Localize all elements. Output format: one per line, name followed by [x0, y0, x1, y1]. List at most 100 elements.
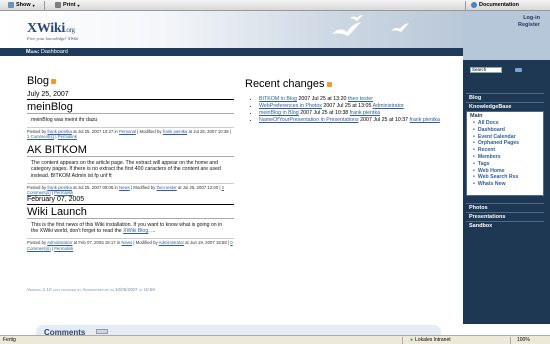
- show-button[interactable]: Show ▾: [8, 2, 35, 8]
- bullet-icon: •: [473, 133, 475, 140]
- bullet-icon: •: [473, 153, 475, 160]
- bullet-icon: •: [473, 160, 475, 167]
- post-body: This is the first news of this Wiki inst…: [31, 221, 223, 235]
- permalink-link[interactable]: Permalink: [54, 246, 73, 251]
- status-divider: [510, 337, 511, 344]
- nav-main-item[interactable]: • Recent: [473, 147, 543, 154]
- recent-change-time: 2007 Jul 25 at 10:38: [300, 110, 349, 116]
- author-link[interactable]: frank pientka: [47, 185, 72, 190]
- nav-item-sandbox[interactable]: Sandbox: [466, 221, 544, 229]
- nav-item-blog[interactable]: Blog: [466, 93, 544, 101]
- nav-item-main[interactable]: Main: [467, 112, 543, 120]
- nav-item-photos[interactable]: Photos: [466, 203, 544, 211]
- post-body: meinBlog was meint ihr dazu: [31, 117, 98, 123]
- recent-user-link[interactable]: Administrator: [373, 103, 404, 109]
- bullet-icon: •: [473, 174, 475, 181]
- modifier-link[interactable]: theo tester: [156, 185, 176, 190]
- nav-main-item[interactable]: • Members: [473, 154, 543, 161]
- post-meta: Posted by frank pientka at Jul 25, 2007 …: [27, 126, 234, 140]
- bullet-icon: •: [473, 120, 475, 126]
- breadcrumb-space[interactable]: Main: [26, 49, 37, 55]
- blog-heading: Blog: [27, 75, 234, 87]
- nav-main-panel: Main • All Docs • Dashboard • Event Calendar •…: [466, 111, 544, 196]
- recent-page-link[interactable]: meinBlog in Blog: [259, 110, 299, 116]
- chevron-down-icon: ▾: [32, 2, 35, 8]
- print-button[interactable]: Print ▾: [55, 2, 80, 8]
- nav-item-knowledgebase[interactable]: KnowledgeBase: [466, 102, 544, 110]
- recent-page-link[interactable]: NameOfYourPresentation in Presentations: [259, 117, 359, 123]
- chevron-down-icon: ▾: [77, 2, 80, 8]
- bullet-icon: •: [473, 126, 475, 133]
- comments-link[interactable]: 1 Comment(s): [27, 134, 54, 139]
- nav-main-item[interactable]: • Tags: [473, 161, 543, 168]
- category-link[interactable]: News: [119, 185, 130, 190]
- bird-decoration-icon: [391, 23, 409, 32]
- permalink-link[interactable]: Permalink: [58, 134, 77, 139]
- nav-main-item[interactable]: • Web Search Rss: [473, 174, 543, 181]
- bullet-icon: •: [473, 167, 475, 174]
- show-icon: [8, 2, 14, 8]
- xwiki-blog-link[interactable]: XWiki Blog: [123, 228, 148, 234]
- post-meta: Posted by Administrator at Feb 07, 2005 …: [27, 237, 234, 251]
- rss-icon[interactable]: [326, 81, 332, 87]
- recent-change-item: WebPreferences in Photos 2007 Jul 25 at …: [259, 103, 455, 110]
- documentation-button[interactable]: Documentation: [471, 2, 519, 8]
- breadcrumb: Main: Dashboard: [0, 48, 463, 56]
- recent-page-link[interactable]: WebPreferences in Photos: [259, 103, 322, 109]
- nav-main-item[interactable]: • Event Calendar: [473, 134, 543, 141]
- post-title[interactable]: meinBlog: [27, 101, 234, 114]
- bullet-icon: •: [473, 140, 475, 147]
- zoom-level[interactable]: 100%: [517, 337, 530, 343]
- xwiki-logo[interactable]: XWiki.org: [27, 21, 75, 37]
- post-date: February 07, 2005: [27, 196, 234, 205]
- nav-main-list: • All Docs • Dashboard • Event Calendar • Orpha…: [467, 120, 543, 188]
- browser-toolbar: Show ▾ Print ▾ Documentation: [0, 0, 550, 11]
- main-content: Blog July 25, 2007 meinBlog meinBlog was…: [18, 56, 463, 344]
- recent-change-item: BITKOM in Blog 2007 Jul 25 at 13:20 theo…: [259, 96, 455, 103]
- post-body: The content appears on the article page.…: [31, 159, 221, 179]
- version-info: Version 1.10 last modified by Administra…: [27, 287, 155, 292]
- nav-main-item[interactable]: • All Docs: [473, 120, 543, 127]
- nav-main-item[interactable]: • Dashboard: [473, 127, 543, 134]
- category-link[interactable]: Personal: [119, 129, 136, 134]
- post-title[interactable]: Wiki Launch: [27, 206, 234, 219]
- search-go-button[interactable]: [515, 68, 522, 72]
- recent-change-time: 2007 Jul 25 at 13:20: [298, 96, 347, 102]
- breadcrumb-page[interactable]: Dashboard: [41, 49, 68, 55]
- recent-user-link[interactable]: frank pientka: [410, 117, 440, 123]
- recent-changes-heading: Recent changes: [245, 78, 455, 90]
- right-sidebar: Search Blog KnowledgeBase Main • All Docs…: [463, 60, 550, 324]
- author-link[interactable]: Administrator: [47, 240, 72, 245]
- post-date: July 25, 2007: [27, 91, 234, 100]
- category-link[interactable]: News: [121, 240, 132, 245]
- printer-icon: [55, 2, 61, 8]
- recent-changes: Recent changes BITKOM in Blog 2007 Jul 2…: [245, 78, 455, 124]
- birds-decoration-icon: [332, 15, 363, 36]
- post-title[interactable]: AK BITKOM: [27, 144, 234, 157]
- recent-change-item: NameOfYourPresentation in Presentations …: [259, 117, 455, 124]
- register-link[interactable]: Register: [518, 22, 540, 28]
- modifier-link[interactable]: Administrator: [159, 240, 184, 245]
- site-header: XWiki.org Free your knowledge! XWiki: [0, 11, 463, 48]
- author-link[interactable]: frank pientka: [47, 129, 72, 134]
- recent-page-link[interactable]: BITKOM in Blog: [259, 96, 297, 102]
- modifier-link[interactable]: frank pientka: [163, 129, 188, 134]
- comments-toggle[interactable]: [96, 329, 108, 334]
- help-icon: [471, 2, 477, 8]
- recent-user-link[interactable]: theo tester: [348, 96, 373, 102]
- recent-changes-list: BITKOM in Blog 2007 Jul 25 at 13:20 theo…: [259, 96, 455, 124]
- permalink-link[interactable]: Permalink: [54, 190, 73, 195]
- post-meta: Posted by frank pientka at Jul 25, 2007 …: [27, 182, 234, 196]
- toolbar-divider: [465, 1, 466, 10]
- nav-item-presentations[interactable]: Presentations: [466, 212, 544, 220]
- nav-main-item[interactable]: • Web Home: [473, 168, 543, 175]
- globe-icon: ●: [410, 337, 414, 343]
- nav-main-item[interactable]: • Orphaned Pages: [473, 140, 543, 147]
- search-input[interactable]: Search: [470, 67, 502, 73]
- toolbar-divider: [44, 1, 45, 10]
- rss-icon[interactable]: [51, 78, 57, 84]
- recent-user-link[interactable]: frank pientka: [350, 110, 380, 116]
- blog-column: Blog July 25, 2007 meinBlog meinBlog was…: [27, 75, 234, 251]
- login-link[interactable]: Log-in: [523, 15, 540, 21]
- nav-main-item[interactable]: • Whats New: [473, 181, 543, 188]
